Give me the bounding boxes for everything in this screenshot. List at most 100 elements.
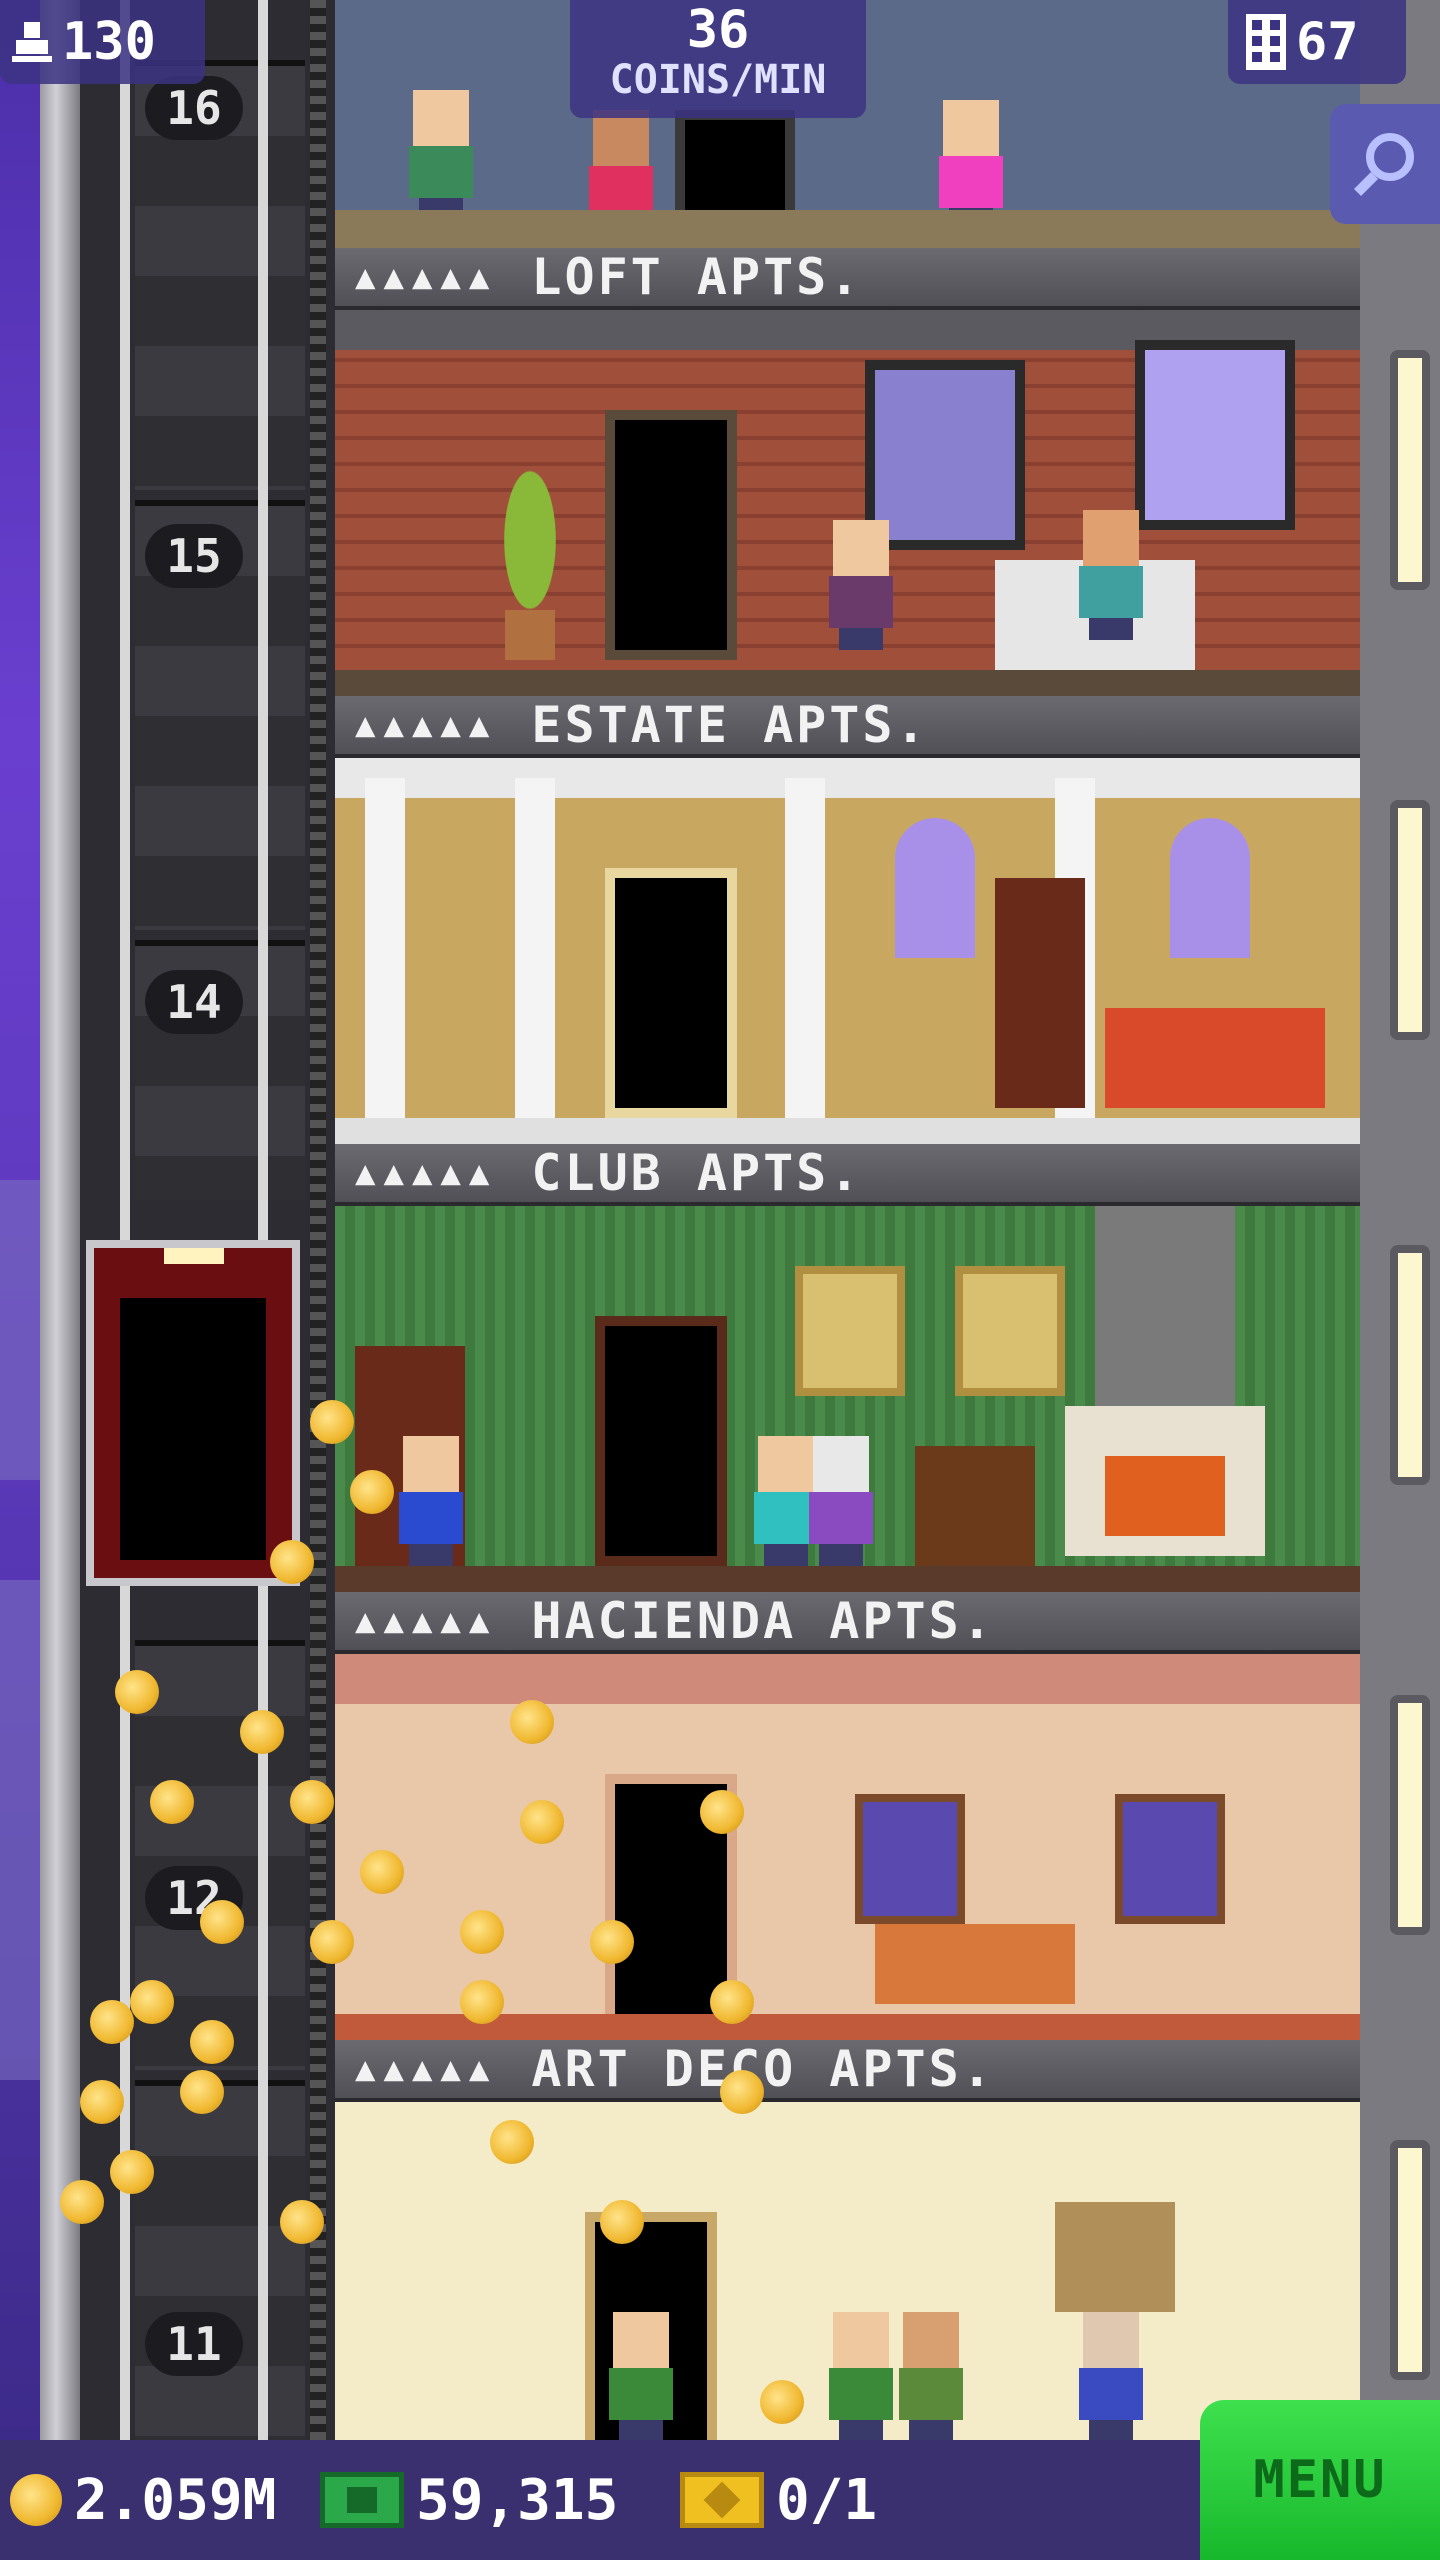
resident[interactable] bbox=[1075, 510, 1145, 640]
elevator-cable bbox=[310, 0, 326, 2440]
room-doorway bbox=[605, 410, 737, 660]
resident[interactable] bbox=[405, 90, 475, 220]
side-window bbox=[1390, 800, 1430, 1040]
population-counter[interactable]: 130 bbox=[0, 0, 205, 84]
room-interior bbox=[335, 758, 1360, 1144]
vip-counter[interactable]: 0/1 bbox=[680, 2440, 877, 2560]
resident[interactable] bbox=[805, 1436, 875, 1566]
elevator-door bbox=[120, 1298, 266, 1560]
floor-label: ▲▲▲▲▲ CLUB APTS. bbox=[335, 1144, 1360, 1206]
bux-balance[interactable]: 59,315 bbox=[320, 2440, 618, 2560]
floor-name: CLUB APTS. bbox=[531, 1144, 863, 1202]
chimney bbox=[1095, 1206, 1235, 1406]
side-window bbox=[1390, 1245, 1430, 1485]
window bbox=[855, 1794, 965, 1924]
floor-name: LOFT APTS. bbox=[531, 248, 863, 306]
room-floor bbox=[335, 1566, 1360, 1592]
painting-icon bbox=[1055, 2202, 1175, 2312]
portrait-icon bbox=[795, 1266, 905, 1396]
wall-trim bbox=[335, 1654, 1360, 1704]
vip-ticket-icon bbox=[680, 2472, 764, 2528]
coin-icon bbox=[760, 2380, 804, 2424]
coin-icon bbox=[80, 2080, 124, 2124]
coin-icon bbox=[720, 2070, 764, 2114]
armchair-icon bbox=[915, 1446, 1035, 1566]
magnifier-icon bbox=[1353, 133, 1414, 197]
window bbox=[1135, 340, 1295, 530]
coin-icon bbox=[110, 2150, 154, 2194]
population-value: 130 bbox=[62, 12, 156, 72]
coin-icon bbox=[460, 1980, 504, 2024]
resident[interactable] bbox=[1075, 2312, 1145, 2440]
floor-label: ▲▲▲▲▲ HACIENDA APTS. bbox=[335, 1592, 1360, 1654]
floor-name: HACIENDA APTS. bbox=[531, 1592, 995, 1650]
tower-bux-icon bbox=[320, 2472, 404, 2528]
floor-hacienda-apts[interactable]: ▲▲▲▲▲ HACIENDA APTS. bbox=[335, 1592, 1360, 2040]
floor-loft-apts[interactable]: ▲▲▲▲▲ LOFT APTS. bbox=[335, 248, 1360, 696]
floor-count-value: 67 bbox=[1296, 12, 1359, 72]
shaft-pipe bbox=[40, 0, 80, 2440]
floor-label: ▲▲▲▲▲ LOFT APTS. bbox=[335, 248, 1360, 310]
room-doorway bbox=[605, 868, 737, 1118]
room-doorway bbox=[595, 1316, 727, 1566]
coin-icon bbox=[240, 1710, 284, 1754]
floor-number-badge: 15 bbox=[145, 524, 243, 588]
population-stars: ▲▲▲▲▲ bbox=[355, 705, 498, 745]
population-stars: ▲▲▲▲▲ bbox=[355, 1153, 498, 1193]
side-window bbox=[1390, 1695, 1430, 1935]
coins-per-min-label: COINS/MIN bbox=[609, 57, 827, 103]
sofa-icon bbox=[1105, 1008, 1325, 1108]
floor-number-badge: 11 bbox=[145, 2312, 243, 2376]
pot-icon bbox=[505, 610, 555, 660]
population-stars: ▲▲▲▲▲ bbox=[355, 257, 498, 297]
coin-icon bbox=[700, 1790, 744, 1834]
coin-icon bbox=[270, 1540, 314, 1584]
coin-icon bbox=[10, 2474, 62, 2526]
coin-icon bbox=[280, 2200, 324, 2244]
resident[interactable] bbox=[395, 1436, 465, 1566]
coin-icon bbox=[510, 1700, 554, 1744]
room-floor bbox=[335, 210, 1360, 248]
search-button[interactable] bbox=[1330, 104, 1440, 224]
window bbox=[1115, 1794, 1225, 1924]
menu-button[interactable]: MENU bbox=[1200, 2400, 1440, 2560]
floor-club-apts[interactable]: ▲▲▲▲▲ CLUB APTS. bbox=[335, 1144, 1360, 1592]
room-floor bbox=[335, 670, 1360, 696]
coin-icon bbox=[460, 1910, 504, 1954]
side-window bbox=[1390, 350, 1430, 590]
window bbox=[1170, 818, 1250, 958]
coin-icon bbox=[150, 1780, 194, 1824]
floor-estate-apts[interactable]: ▲▲▲▲▲ ESTATE APTS. bbox=[335, 696, 1360, 1144]
room-floor bbox=[335, 1118, 1360, 1144]
resident[interactable] bbox=[825, 520, 895, 650]
resident[interactable] bbox=[605, 2312, 675, 2440]
sofa-icon bbox=[875, 1924, 1075, 2004]
elevator-car[interactable] bbox=[86, 1240, 300, 1586]
floor-art-deco-apts[interactable]: ▲▲▲▲▲ ART DECO APTS. bbox=[335, 2040, 1360, 2440]
coin-icon bbox=[360, 1850, 404, 1894]
column bbox=[785, 778, 825, 1118]
coin-icon bbox=[310, 1920, 354, 1964]
background-building bbox=[0, 1580, 40, 2080]
tower-right-frame bbox=[1360, 0, 1440, 2440]
resident[interactable] bbox=[895, 2312, 965, 2440]
resident[interactable] bbox=[825, 2312, 895, 2440]
coins-per-min-display: 36 COINS/MIN bbox=[570, 0, 866, 118]
building-icon bbox=[1246, 14, 1286, 70]
floor-count[interactable]: 67 bbox=[1228, 0, 1406, 84]
bookshelf-icon bbox=[995, 878, 1085, 1108]
window bbox=[895, 818, 975, 958]
elevator-light bbox=[164, 1248, 224, 1264]
coin-icon bbox=[710, 1980, 754, 2024]
elevator-rail bbox=[258, 0, 268, 2440]
coins-balance[interactable]: 2.059M bbox=[10, 2440, 276, 2560]
coin-icon bbox=[180, 2070, 224, 2114]
floor-name: ESTATE APTS. bbox=[531, 696, 929, 754]
floor-number-badge: 14 bbox=[145, 970, 243, 1034]
coin-icon bbox=[190, 2020, 234, 2064]
column bbox=[515, 778, 555, 1118]
coin-icon bbox=[200, 1900, 244, 1944]
room-interior bbox=[335, 1206, 1360, 1592]
coin-icon bbox=[290, 1780, 334, 1824]
coin-icon bbox=[310, 1400, 354, 1444]
